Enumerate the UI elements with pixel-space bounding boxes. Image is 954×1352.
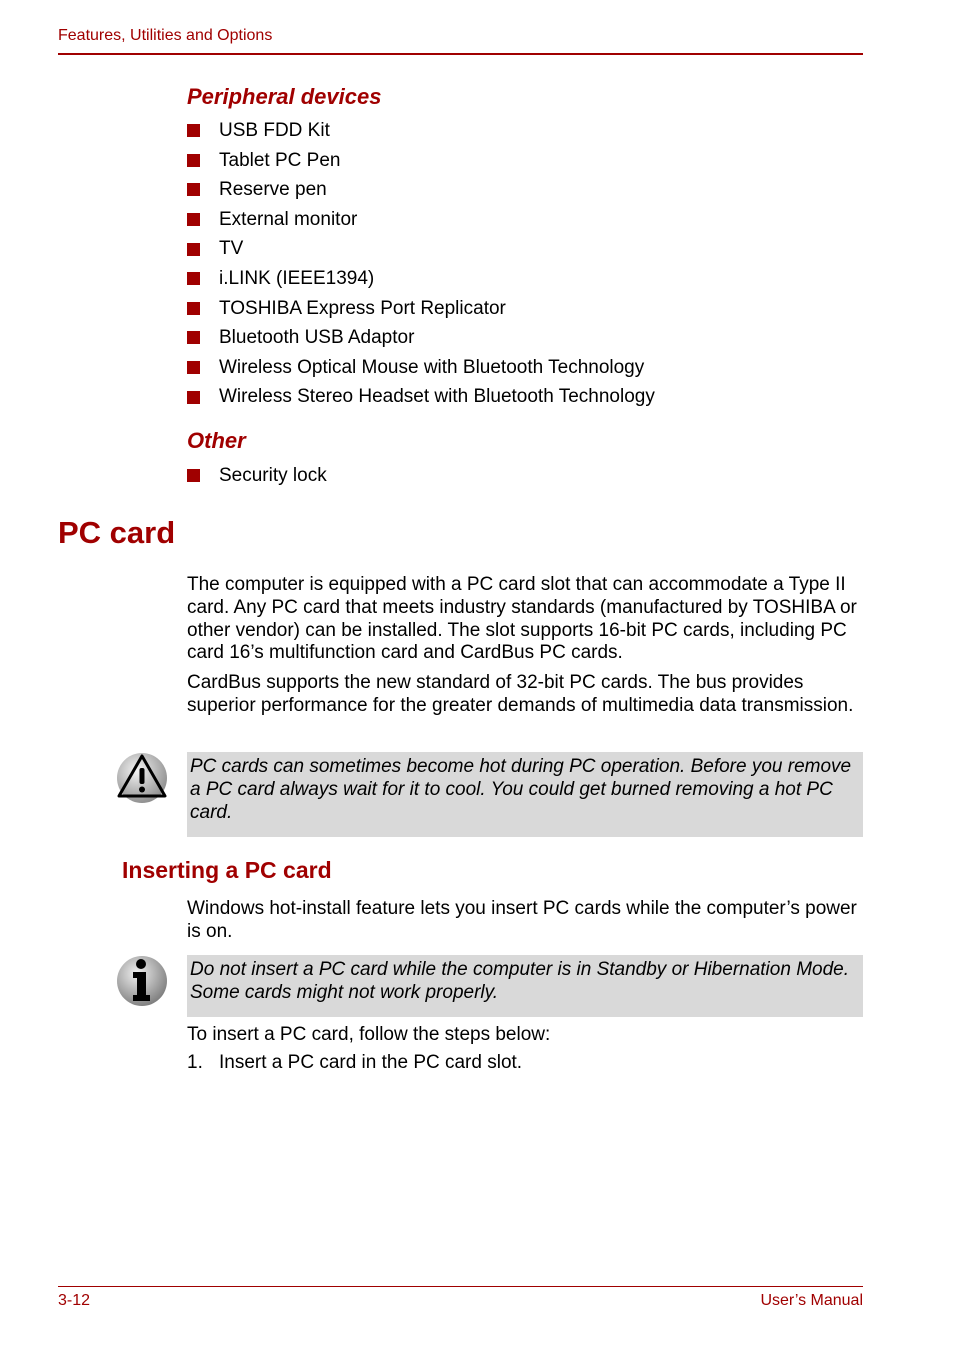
manual-title: User’s Manual xyxy=(760,1292,863,1309)
peripheral-devices-heading: Peripheral devices xyxy=(187,84,382,109)
page-number: 3-12 xyxy=(58,1292,91,1309)
header-rule xyxy=(58,53,863,55)
caution-note: PC cards can sometimes become hot during… xyxy=(187,752,863,837)
step-item: 1. Insert a PC card in the PC card slot. xyxy=(187,1052,522,1074)
steps-intro: To insert a PC card, follow the steps be… xyxy=(187,1024,551,1045)
bullet-icon xyxy=(187,213,200,227)
caution-icon xyxy=(117,753,167,803)
list-item: Reserve pen xyxy=(187,175,655,205)
pc-card-paragraph-1: The computer is equipped with a PC card … xyxy=(187,574,857,664)
bullet-icon xyxy=(187,183,200,197)
pc-card-heading: PC card xyxy=(58,515,176,550)
bullet-icon xyxy=(187,469,200,483)
info-note: Do not insert a PC card while the comput… xyxy=(187,955,863,1017)
bullet-icon xyxy=(187,124,200,138)
step-number: 1. xyxy=(187,1052,203,1073)
bullet-icon xyxy=(187,390,200,404)
inserting-pc-card-heading: Inserting a PC card xyxy=(122,857,332,883)
running-header: Features, Utilities and Options xyxy=(58,27,273,44)
inserting-intro: Windows hot-install feature lets you ins… xyxy=(187,898,857,942)
list-item: Wireless Stereo Headset with Bluetooth T… xyxy=(187,382,655,412)
pc-card-paragraph-2: CardBus supports the new standard of 32-… xyxy=(187,672,854,716)
info-icon xyxy=(117,956,167,1006)
list-item: Tablet PC Pen xyxy=(187,146,655,176)
bullet-icon xyxy=(187,361,200,375)
list-item: i.LINK (IEEE1394) xyxy=(187,264,655,294)
bullet-icon xyxy=(187,242,200,256)
peripheral-devices-list: USB FDD Kit Tablet PC Pen Reserve pen Ex… xyxy=(187,116,655,412)
bullet-icon xyxy=(187,301,200,315)
list-item: Bluetooth USB Adaptor xyxy=(187,323,655,353)
list-item: TOSHIBA Express Port Replicator xyxy=(187,294,655,324)
bullet-icon xyxy=(187,272,200,286)
bullet-icon xyxy=(187,331,200,345)
list-item: Wireless Optical Mouse with Bluetooth Te… xyxy=(187,353,655,383)
bullet-icon xyxy=(187,153,200,167)
list-item: External monitor xyxy=(187,205,655,235)
other-heading: Other xyxy=(187,428,246,453)
other-list: Security lock xyxy=(187,461,327,491)
list-item: Security lock xyxy=(187,461,327,491)
footer-rule xyxy=(58,1286,863,1287)
step-text: Insert a PC card in the PC card slot. xyxy=(219,1052,523,1073)
list-item: TV xyxy=(187,234,655,264)
list-item: USB FDD Kit xyxy=(187,116,655,146)
